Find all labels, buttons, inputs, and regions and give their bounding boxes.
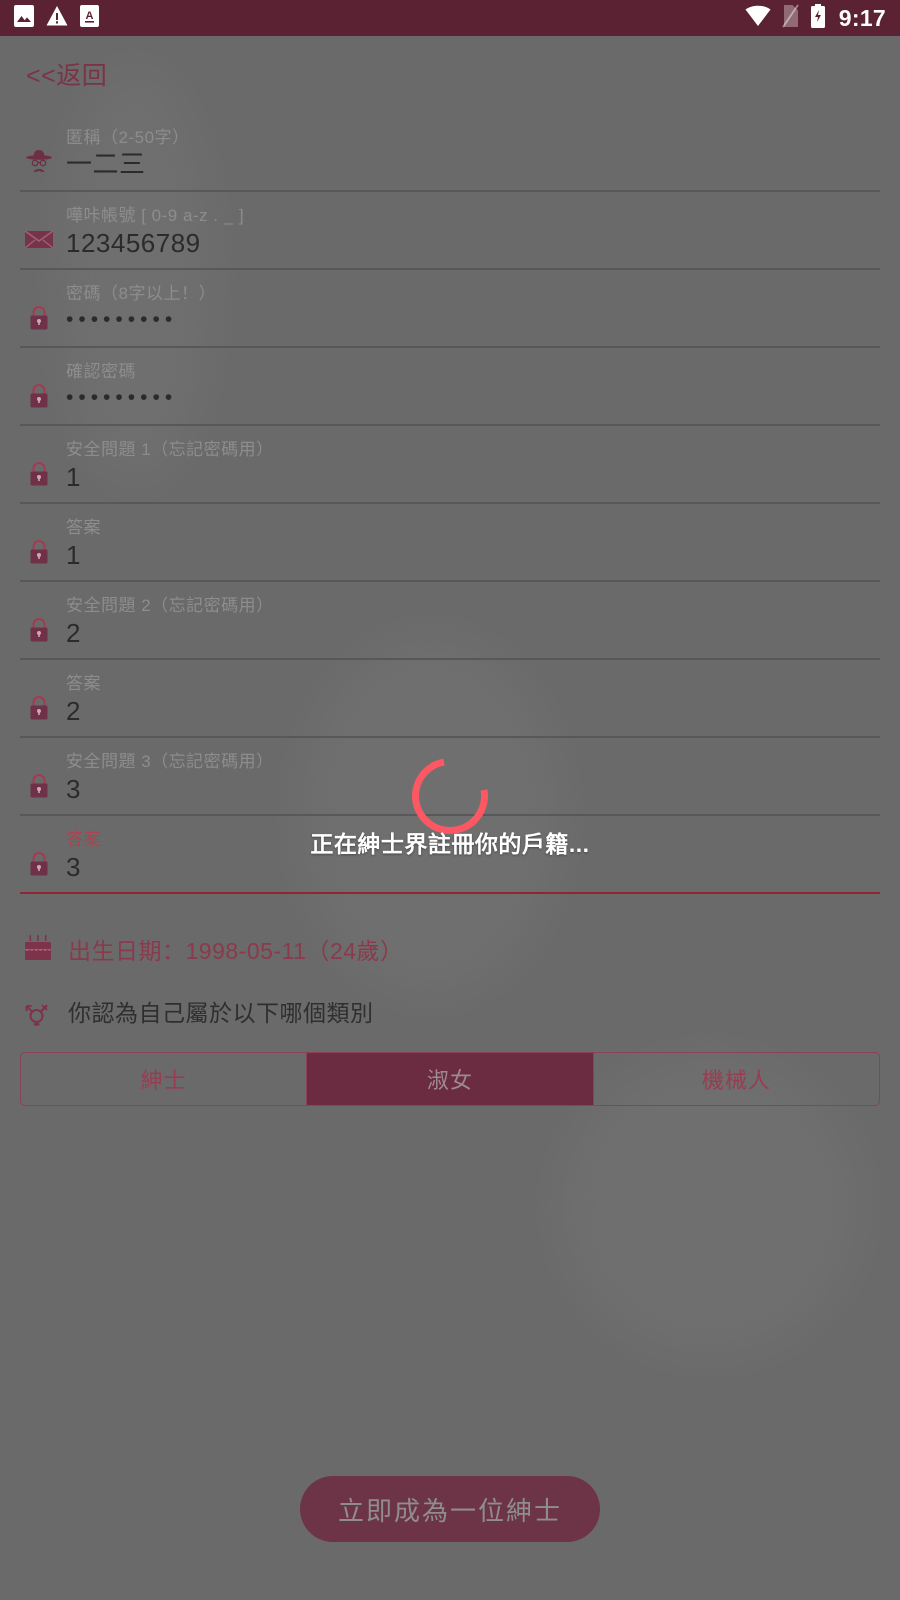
svg-text:A: A: [86, 10, 94, 22]
loading-message: 正在紳士界註冊你的戶籍...: [310, 831, 590, 857]
image-notification-icon: [14, 4, 34, 32]
status-bar-right-icons: 9:17: [745, 3, 886, 33]
warning-notification-icon: [46, 5, 68, 32]
wifi-icon: [745, 5, 771, 32]
status-bar-left-icons: A: [14, 4, 99, 32]
a-badge-notification-icon: A: [80, 4, 99, 32]
no-sim-icon: [782, 3, 799, 33]
status-bar: A 9:17: [0, 0, 900, 36]
status-bar-clock: 9:17: [838, 4, 886, 31]
battery-charging-icon: [810, 3, 826, 33]
loading-overlay: 正在紳士界註冊你的戶籍...: [0, 36, 900, 1600]
